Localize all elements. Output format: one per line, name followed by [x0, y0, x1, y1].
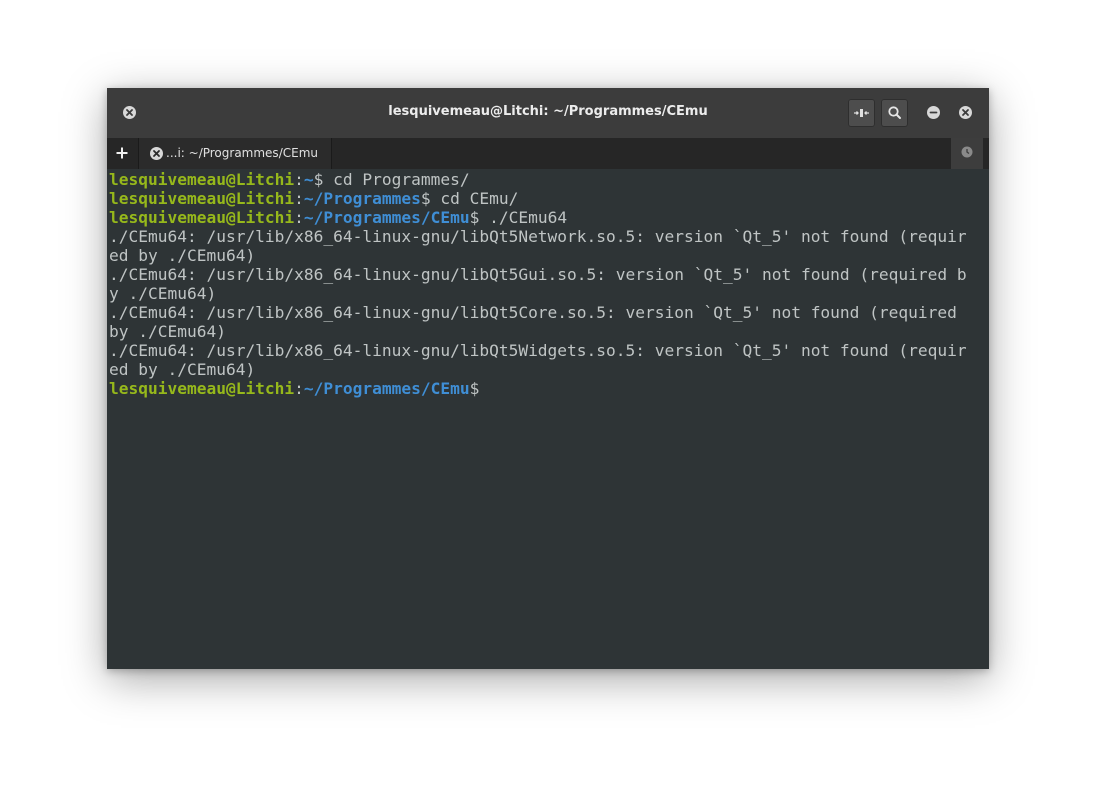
output-line: ./CEmu64: /usr/lib/x86_64-linux-gnu/libQ…	[109, 265, 989, 284]
tab-close-icon[interactable]	[150, 147, 163, 160]
output-text: by ./CEmu64)	[109, 322, 226, 341]
close-window-icon[interactable]	[959, 106, 972, 119]
titlebar[interactable]: lesquivemeau@Litchi: ~/Programmes/CEmu	[107, 88, 989, 138]
history-button[interactable]	[951, 138, 983, 169]
output-line: y ./CEmu64)	[109, 284, 989, 303]
prompt-separator: :	[294, 208, 304, 227]
output-text: ./CEmu64: /usr/lib/x86_64-linux-gnu/libQ…	[109, 265, 967, 284]
search-icon	[888, 106, 901, 119]
split-view-button[interactable]	[848, 99, 875, 127]
output-line: ./CEmu64: /usr/lib/x86_64-linux-gnu/libQ…	[109, 341, 989, 360]
terminal-window: lesquivemeau@Litchi: ~/Programmes/CEmu .…	[107, 88, 989, 669]
output-text: ed by ./CEmu64)	[109, 360, 256, 379]
prompt-separator: :	[294, 379, 304, 398]
output-line: ed by ./CEmu64)	[109, 360, 989, 379]
prompt-dollar: $	[469, 379, 480, 398]
output-text: ./CEmu64: /usr/lib/x86_64-linux-gnu/libQ…	[109, 227, 967, 246]
split-view-icon	[854, 109, 869, 117]
prompt-path: ~/Programmes	[303, 189, 421, 208]
prompt-path: ~	[303, 170, 314, 189]
output-line: ed by ./CEmu64)	[109, 246, 989, 265]
prompt-dollar: $	[469, 208, 490, 227]
history-icon	[961, 146, 973, 158]
prompt-separator: :	[294, 170, 304, 189]
prompt-path: ~/Programmes/CEmu	[303, 208, 470, 227]
prompt-line: lesquivemeau@Litchi:~/Programmes$ cd CEm…	[109, 189, 989, 208]
prompt-user-host: lesquivemeau@Litchi	[109, 189, 295, 208]
prompt-line: lesquivemeau@Litchi:~/Programmes/CEmu$	[109, 379, 989, 398]
prompt-user-host: lesquivemeau@Litchi	[109, 170, 295, 189]
prompt-line: lesquivemeau@Litchi:~/Programmes/CEmu$ .…	[109, 208, 989, 227]
tab-label: ...i: ~/Programmes/CEmu	[166, 146, 318, 160]
output-text: y ./CEmu64)	[109, 284, 217, 303]
prompt-separator: :	[294, 189, 304, 208]
prompt-user-host: lesquivemeau@Litchi	[109, 379, 295, 398]
tab-bar: ...i: ~/Programmes/CEmu	[107, 138, 989, 169]
prompt-dollar: $	[420, 189, 441, 208]
new-tab-button[interactable]	[107, 138, 137, 169]
minimize-icon[interactable]	[927, 106, 940, 119]
output-line: ./CEmu64: /usr/lib/x86_64-linux-gnu/libQ…	[109, 227, 989, 246]
tab-terminal[interactable]: ...i: ~/Programmes/CEmu	[138, 138, 332, 169]
prompt-line: lesquivemeau@Litchi:~$ cd Programmes/	[109, 170, 989, 189]
command-text: ./CEmu64	[489, 208, 568, 227]
output-line: ./CEmu64: /usr/lib/x86_64-linux-gnu/libQ…	[109, 303, 989, 322]
terminal-output[interactable]: lesquivemeau@Litchi:~$ cd Programmes/les…	[109, 170, 989, 668]
prompt-user-host: lesquivemeau@Litchi	[109, 208, 295, 227]
prompt-dollar: $	[313, 170, 334, 189]
output-line: by ./CEmu64)	[109, 322, 989, 341]
output-text: ./CEmu64: /usr/lib/x86_64-linux-gnu/libQ…	[109, 341, 967, 360]
plus-icon	[116, 147, 128, 159]
search-button[interactable]	[881, 99, 908, 127]
output-text: ed by ./CEmu64)	[109, 246, 256, 265]
command-text: cd CEmu/	[440, 189, 519, 208]
output-text: ./CEmu64: /usr/lib/x86_64-linux-gnu/libQ…	[109, 303, 967, 322]
command-text: cd Programmes/	[333, 170, 470, 189]
prompt-path: ~/Programmes/CEmu	[303, 379, 470, 398]
